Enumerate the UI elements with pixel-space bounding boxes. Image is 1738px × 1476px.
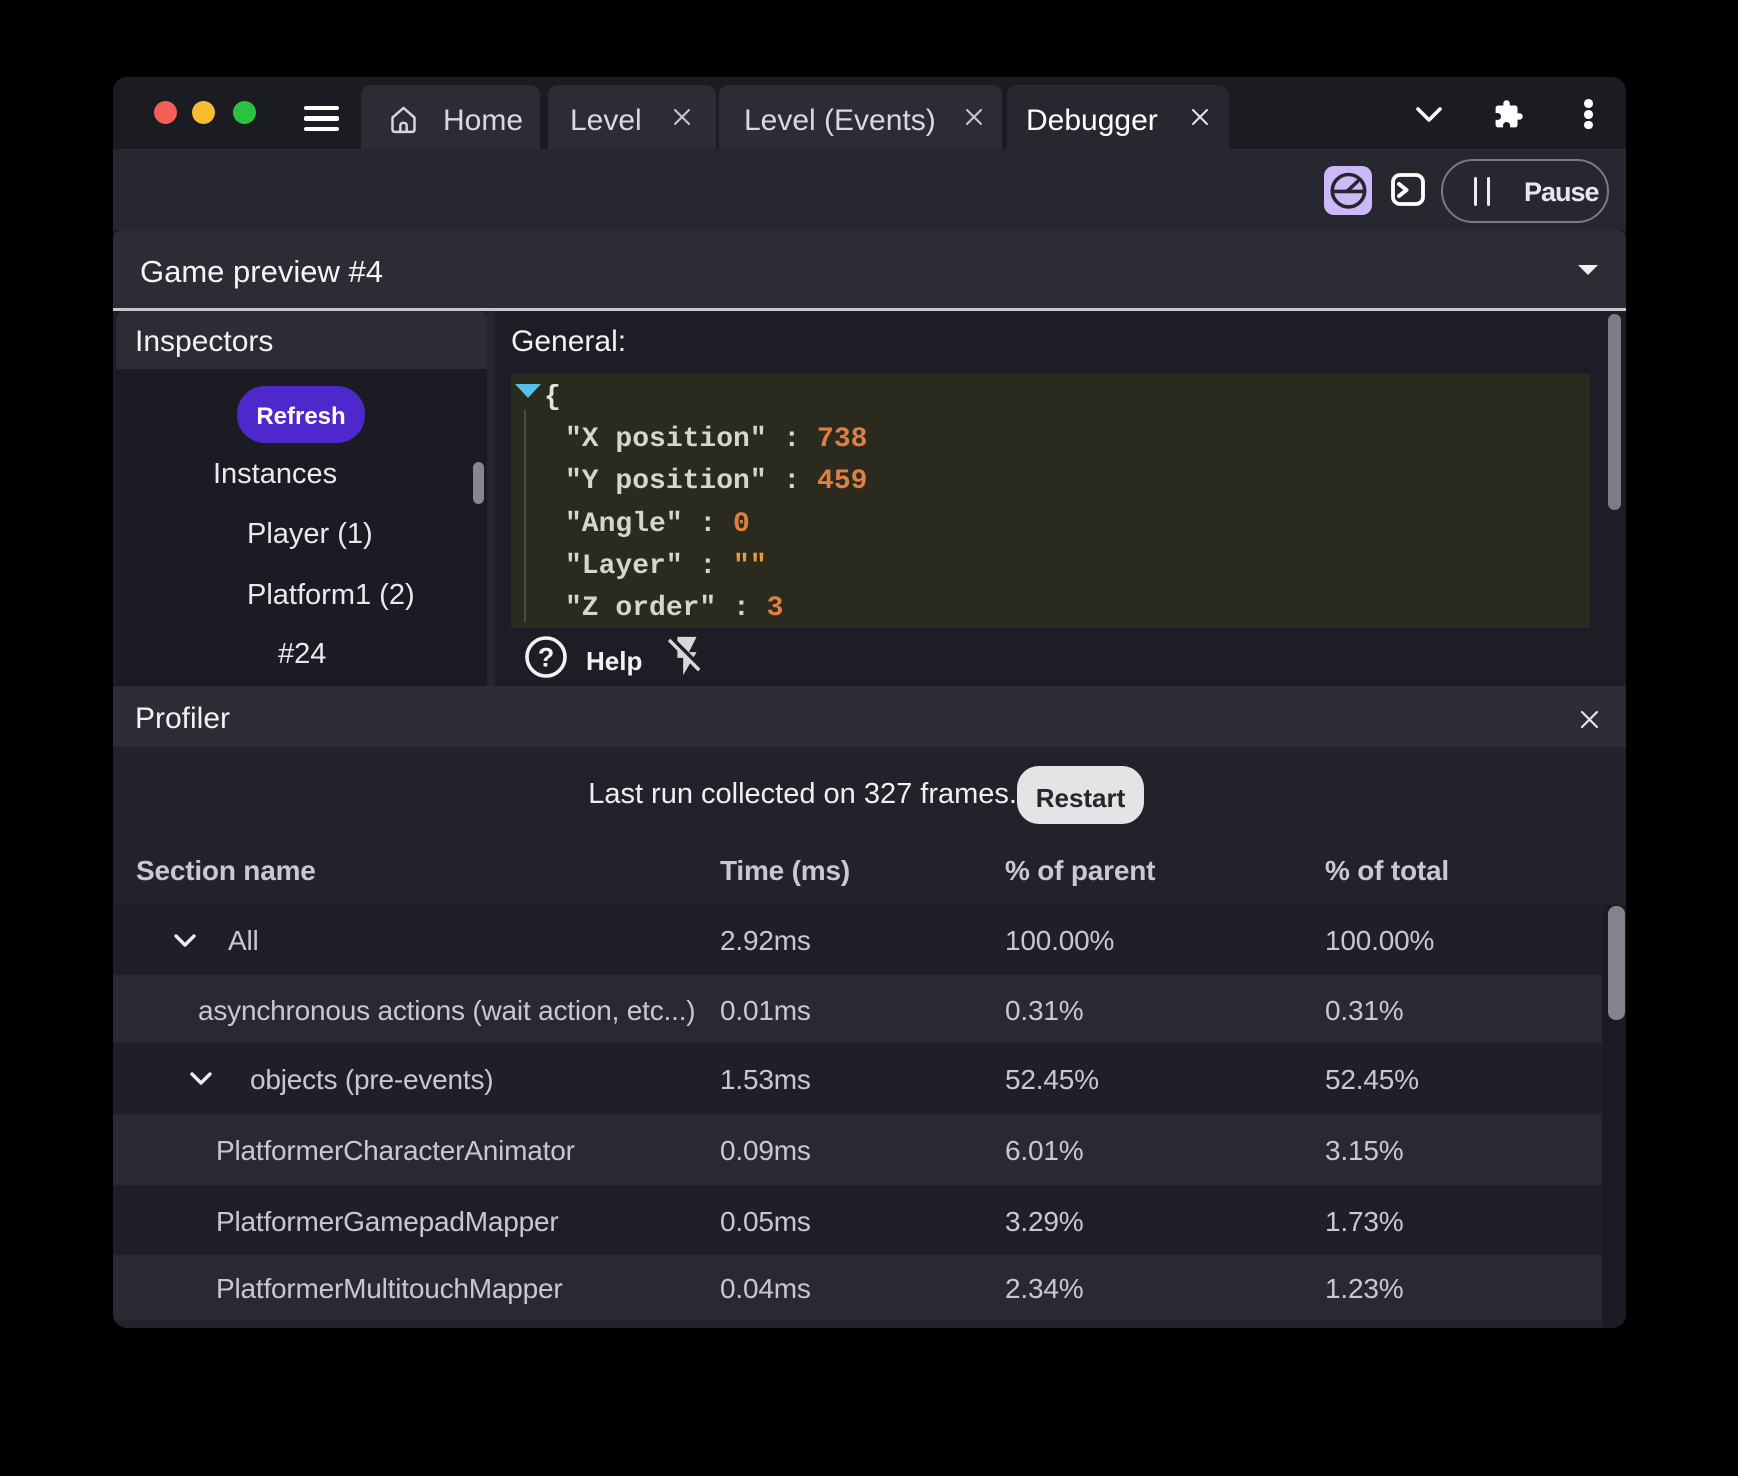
svg-text:?: ? — [538, 643, 555, 673]
